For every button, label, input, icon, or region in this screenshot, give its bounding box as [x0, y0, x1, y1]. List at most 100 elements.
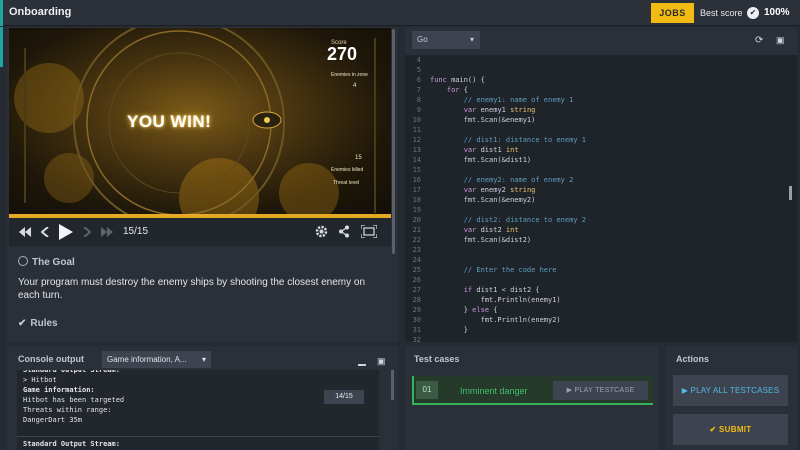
- rules-heading: Rules: [30, 318, 58, 329]
- play-testcase-button[interactable]: ▶ PLAY TESTCASE: [553, 381, 648, 400]
- console-line: Hitbot has been targeted: [23, 396, 125, 404]
- minimize-icon[interactable]: [358, 364, 366, 366]
- line-number: 18: [412, 196, 421, 204]
- threat-level-label: Threat level: [333, 180, 360, 186]
- code-line: for {: [446, 86, 468, 94]
- line-number: 5: [416, 66, 421, 74]
- chevron-down-icon: ▾: [201, 355, 206, 364]
- line-number: 13: [412, 146, 421, 154]
- console-line: > Hitbot: [23, 376, 57, 384]
- play-icon: ▶: [566, 387, 573, 394]
- line-number: 16: [412, 176, 421, 184]
- score-value: 270: [327, 44, 358, 64]
- line-number: 8: [416, 96, 421, 104]
- goal-text: Your program must destroy the enemy ship…: [18, 277, 366, 301]
- code-line: fmt.Println(enemy2): [430, 316, 561, 324]
- fast-forward-icon[interactable]: [101, 227, 113, 237]
- line-number: 20: [412, 216, 421, 224]
- share-icon[interactable]: [338, 225, 350, 238]
- code-content[interactable]: func main() { for { // enemy1: name of e…: [430, 55, 780, 345]
- code-line: fmt.Scan(&dist2): [430, 236, 532, 244]
- check-icon: ✔: [18, 318, 27, 329]
- step-back-icon[interactable]: [41, 227, 49, 237]
- code-line: fmt.Scan(&dist1): [430, 156, 532, 164]
- line-number: 21: [412, 226, 421, 234]
- maximize-icon[interactable]: ▣: [776, 35, 785, 46]
- rules-section[interactable]: ✔ Rules: [18, 318, 58, 329]
- play-all-testcases-button[interactable]: ▶ PLAY ALL TESTCASES: [673, 375, 788, 406]
- reset-icon[interactable]: ⟳: [755, 35, 763, 46]
- submit-label: SUBMIT: [719, 425, 752, 434]
- console-scrollbar[interactable]: [391, 370, 394, 400]
- line-number: 23: [412, 246, 421, 254]
- console-line: Threats within range:: [23, 406, 112, 414]
- goal-section[interactable]: The Goal: [18, 256, 75, 268]
- enemies-killed-label: Enemies killed: [331, 167, 364, 173]
- goal-heading: The Goal: [32, 257, 75, 268]
- console-next-header: Standard Output Stream:: [23, 440, 120, 448]
- line-number: 12: [412, 136, 421, 144]
- line-number: 15: [412, 166, 421, 174]
- replay-progress-bar[interactable]: [9, 214, 391, 217]
- editor-scrollbar[interactable]: [789, 186, 792, 200]
- play-all-label: PLAY ALL TESTCASES: [690, 386, 780, 395]
- console-filter-select[interactable]: Game information, A... ▾: [102, 351, 211, 368]
- best-score-label: Best score: [700, 8, 743, 18]
- language-value: Go: [417, 35, 428, 44]
- code-line: // enemy2: name of enemy 2: [430, 176, 574, 184]
- maximize-icon[interactable]: ▣: [377, 356, 386, 367]
- language-select[interactable]: Go ▾: [412, 31, 480, 49]
- fullscreen-icon[interactable]: [361, 225, 377, 238]
- chevron-down-icon: ▾: [469, 35, 474, 44]
- test-cases-title: Test cases: [414, 354, 460, 364]
- jobs-button[interactable]: JOBS: [651, 3, 694, 23]
- step-forward-icon[interactable]: [83, 227, 91, 237]
- line-number: 24: [412, 256, 421, 264]
- test-case-name: Imminent danger: [460, 386, 528, 396]
- line-number: 14: [412, 156, 421, 164]
- play-icon[interactable]: [59, 224, 73, 240]
- game-viewer[interactable]: YOU WIN! Score 270 Enemies in zone 4 15 …: [9, 28, 391, 218]
- play-icon: ▶: [681, 386, 689, 395]
- replay-controls: 15/15: [9, 218, 391, 246]
- submit-button[interactable]: ✔ SUBMIT: [673, 414, 788, 445]
- settings-gear-icon[interactable]: [315, 225, 328, 238]
- side-accent: [0, 27, 3, 67]
- frame-counter: 15/15: [123, 226, 149, 237]
- code-line: }: [430, 326, 468, 334]
- code-line: var enemy2 string: [463, 186, 536, 194]
- code-line: // dist1: distance to enemy 1: [430, 136, 586, 144]
- left-scrollbar[interactable]: [392, 29, 395, 254]
- enemies-in-zone-value: 4: [353, 83, 357, 89]
- code-line: var dist1 int: [463, 146, 519, 154]
- line-number: 25: [412, 266, 421, 274]
- code-line: fmt.Scan(&enemy2): [430, 196, 536, 204]
- line-number: 19: [412, 206, 421, 214]
- code-line: if dist1 < dist2 {: [463, 286, 540, 294]
- actions-title: Actions: [676, 354, 710, 364]
- console-line: Game information:: [23, 386, 95, 394]
- line-number: 22: [412, 236, 421, 244]
- test-case-number: 01: [416, 381, 438, 399]
- console-output[interactable]: Standard Output Stream: > Hitbot Game info…: [17, 370, 379, 450]
- code-line: } else {: [430, 306, 498, 314]
- code-line: var dist2 int: [463, 226, 519, 234]
- line-number: 26: [412, 276, 421, 284]
- check-icon: ✔: [709, 425, 717, 434]
- top-bar-accent: [0, 0, 3, 26]
- rewind-icon[interactable]: [19, 227, 31, 237]
- console-divider: [17, 436, 379, 437]
- console-frame-badge: 14/15: [324, 390, 364, 404]
- line-number: 11: [412, 126, 421, 134]
- enemies-killed-value: 15: [355, 155, 362, 161]
- trophy-icon: ✔: [747, 7, 759, 19]
- line-number: 32: [412, 336, 421, 344]
- line-number: 4: [416, 56, 421, 64]
